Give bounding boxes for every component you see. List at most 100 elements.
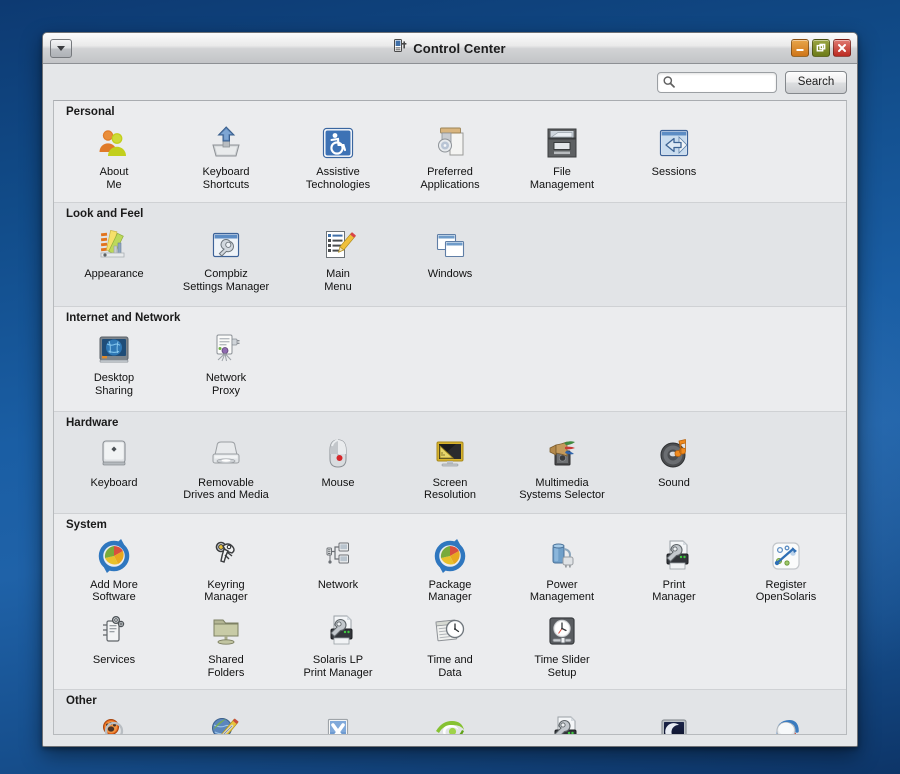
pref-item[interactable]: Multimedia Systems Selector	[506, 431, 618, 506]
pref-item[interactable]: Assistive Technologies	[282, 120, 394, 195]
section-grid-hardware: Keyboard Removable Drives and Media Mous…	[54, 431, 846, 513]
pref-item[interactable]: Keyboard	[58, 431, 170, 506]
minimize-button[interactable]	[791, 39, 809, 57]
section-internet: Internet and Network Desktop Sharing Net…	[54, 306, 846, 411]
pref-item-label: Time and Data	[427, 653, 473, 679]
pref-item-label: Network Proxy	[205, 372, 247, 397]
sound-icon	[653, 433, 695, 475]
pref-item-label: Main Menu	[324, 268, 352, 293]
search-input[interactable]	[676, 72, 772, 92]
pref-item[interactable]: NVIDIA X Server Settings	[394, 709, 506, 734]
add-more-software-icon	[93, 535, 135, 577]
services-icon	[93, 610, 135, 652]
pref-item[interactable]: About Me	[58, 120, 170, 195]
pref-item[interactable]: File Indexing	[58, 709, 170, 734]
pref-item[interactable]: Compbiz Settings Manager	[170, 222, 282, 297]
pref-item[interactable]: Keyboard Shortcuts	[170, 120, 282, 195]
time-slider-setup-icon	[541, 610, 583, 652]
preferred-applications-icon	[429, 122, 471, 164]
pref-item[interactable]: File Management	[506, 120, 618, 195]
section-title-hardware: Hardware	[66, 416, 119, 429]
window-menu-caret-icon	[57, 45, 65, 51]
control-center-icon	[394, 39, 407, 57]
pref-item-label: Time Slider Setup	[534, 653, 590, 679]
keyring-manager-icon	[205, 535, 247, 577]
pref-item[interactable]: Register OpenSolaris	[730, 533, 842, 608]
pref-item-label: Mouse	[321, 476, 355, 489]
pref-item[interactable]: Appearance	[58, 222, 170, 297]
pref-item[interactable]: Network	[282, 533, 394, 608]
network-proxy-icon	[205, 328, 247, 370]
pref-item[interactable]: Sessions	[618, 120, 730, 195]
pref-item[interactable]: Mouse	[282, 431, 394, 506]
pref-item[interactable]: Power Management	[506, 533, 618, 608]
pref-item[interactable]: Keyring Manager	[170, 533, 282, 608]
pref-item-label: Windows	[427, 268, 473, 281]
section-grid-internet: Desktop Sharing Network Proxy	[54, 326, 846, 410]
section-grid-personal: About Me Keyboard Shortcuts Assistive Te…	[54, 120, 846, 202]
section-grid-other: File Indexing Input Methods Java NVIDIA …	[54, 709, 846, 734]
pref-item[interactable]: Preferred Applications	[394, 120, 506, 195]
pref-item[interactable]: Solaris LP Print Manager	[282, 608, 394, 683]
appearance-icon	[93, 224, 135, 266]
assistive-technologies-icon	[317, 122, 359, 164]
control-center-window: Control Center Search Personal About Me …	[42, 32, 858, 747]
pref-item-label: Keyboard	[90, 476, 138, 489]
pref-item[interactable]: Desktop Sharing	[58, 326, 170, 401]
section-look: Look and Feel Appearance Compbiz Setting…	[54, 202, 846, 307]
print-manager-icon	[541, 711, 583, 734]
pref-item[interactable]: Java	[282, 709, 394, 734]
pref-item[interactable]: Screen Resolution	[394, 431, 506, 506]
maximize-button[interactable]	[812, 39, 830, 57]
pref-item[interactable]: Input Methods	[170, 709, 282, 734]
pref-item-label: Assistive Technologies	[305, 166, 371, 191]
pref-item-label: Removable Drives and Media	[183, 476, 269, 502]
window-controls	[791, 33, 851, 63]
section-system: System Add More Software Keyring Manager…	[54, 512, 846, 690]
pref-item[interactable]: Package Manager	[394, 533, 506, 608]
pref-item[interactable]: Sound	[618, 431, 730, 506]
pref-item[interactable]: Print Manager	[618, 533, 730, 608]
section-other: Other File Indexing Input Methods Java N…	[54, 689, 846, 734]
pref-item[interactable]: Screensaver	[618, 709, 730, 734]
pref-item[interactable]: Main Menu	[282, 222, 394, 297]
preferences-panel: Personal About Me Keyboard Shortcuts Ass…	[53, 100, 847, 735]
section-title-look: Look and Feel	[66, 208, 144, 221]
desktop-sharing-icon	[93, 328, 135, 370]
pref-item[interactable]: Services	[58, 608, 170, 683]
window-menu-button[interactable]	[50, 38, 72, 58]
section-title-internet: Internet and Network	[66, 312, 181, 325]
nvidia-x-server-settings-icon	[429, 711, 471, 734]
pref-item[interactable]: Network Proxy	[170, 326, 282, 401]
search-field[interactable]	[657, 71, 777, 93]
time-and-data-icon	[429, 610, 471, 652]
pref-item[interactable]: Time and Data	[394, 608, 506, 683]
pref-item-label: Keyring Manager	[204, 578, 248, 604]
file-indexing-icon	[93, 711, 135, 734]
keyboard-icon	[93, 433, 135, 475]
pref-item-label: Screen Resolution	[424, 476, 476, 502]
pref-item[interactable]: Volume Control	[730, 709, 842, 734]
search-button[interactable]: Search	[785, 70, 847, 94]
pref-item[interactable]: Windows	[394, 222, 506, 297]
pref-item[interactable]: Shared Folders	[170, 608, 282, 683]
removable-drives-icon	[205, 433, 247, 475]
pref-item-label: Preferred Applications	[420, 166, 480, 191]
screen-resolution-icon	[429, 433, 471, 475]
pref-item[interactable]: Removable Drives and Media	[170, 431, 282, 506]
content-scroll-area: Personal About Me Keyboard Shortcuts Ass…	[43, 100, 857, 746]
section-hardware: Hardware Keyboard Removable Drives and M…	[54, 410, 846, 513]
pref-item-label: Sound	[658, 476, 690, 489]
windows-icon	[429, 224, 471, 266]
pref-item-label: Compbiz Settings Manager	[182, 268, 270, 293]
pref-item[interactable]: Time Slider Setup	[506, 608, 618, 683]
pref-item-label: Sessions	[651, 166, 697, 178]
compiz-settings-manager-icon	[205, 224, 247, 266]
pref-item[interactable]: Print Manager	[506, 709, 618, 734]
sessions-icon	[653, 122, 695, 164]
close-button[interactable]	[833, 39, 851, 57]
section-grid-look: Appearance Compbiz Settings Manager Main…	[54, 222, 846, 306]
pref-item[interactable]: Add More Software	[58, 533, 170, 608]
pref-item-label: Appearance	[84, 268, 144, 281]
search-toolbar: Search	[43, 64, 857, 100]
